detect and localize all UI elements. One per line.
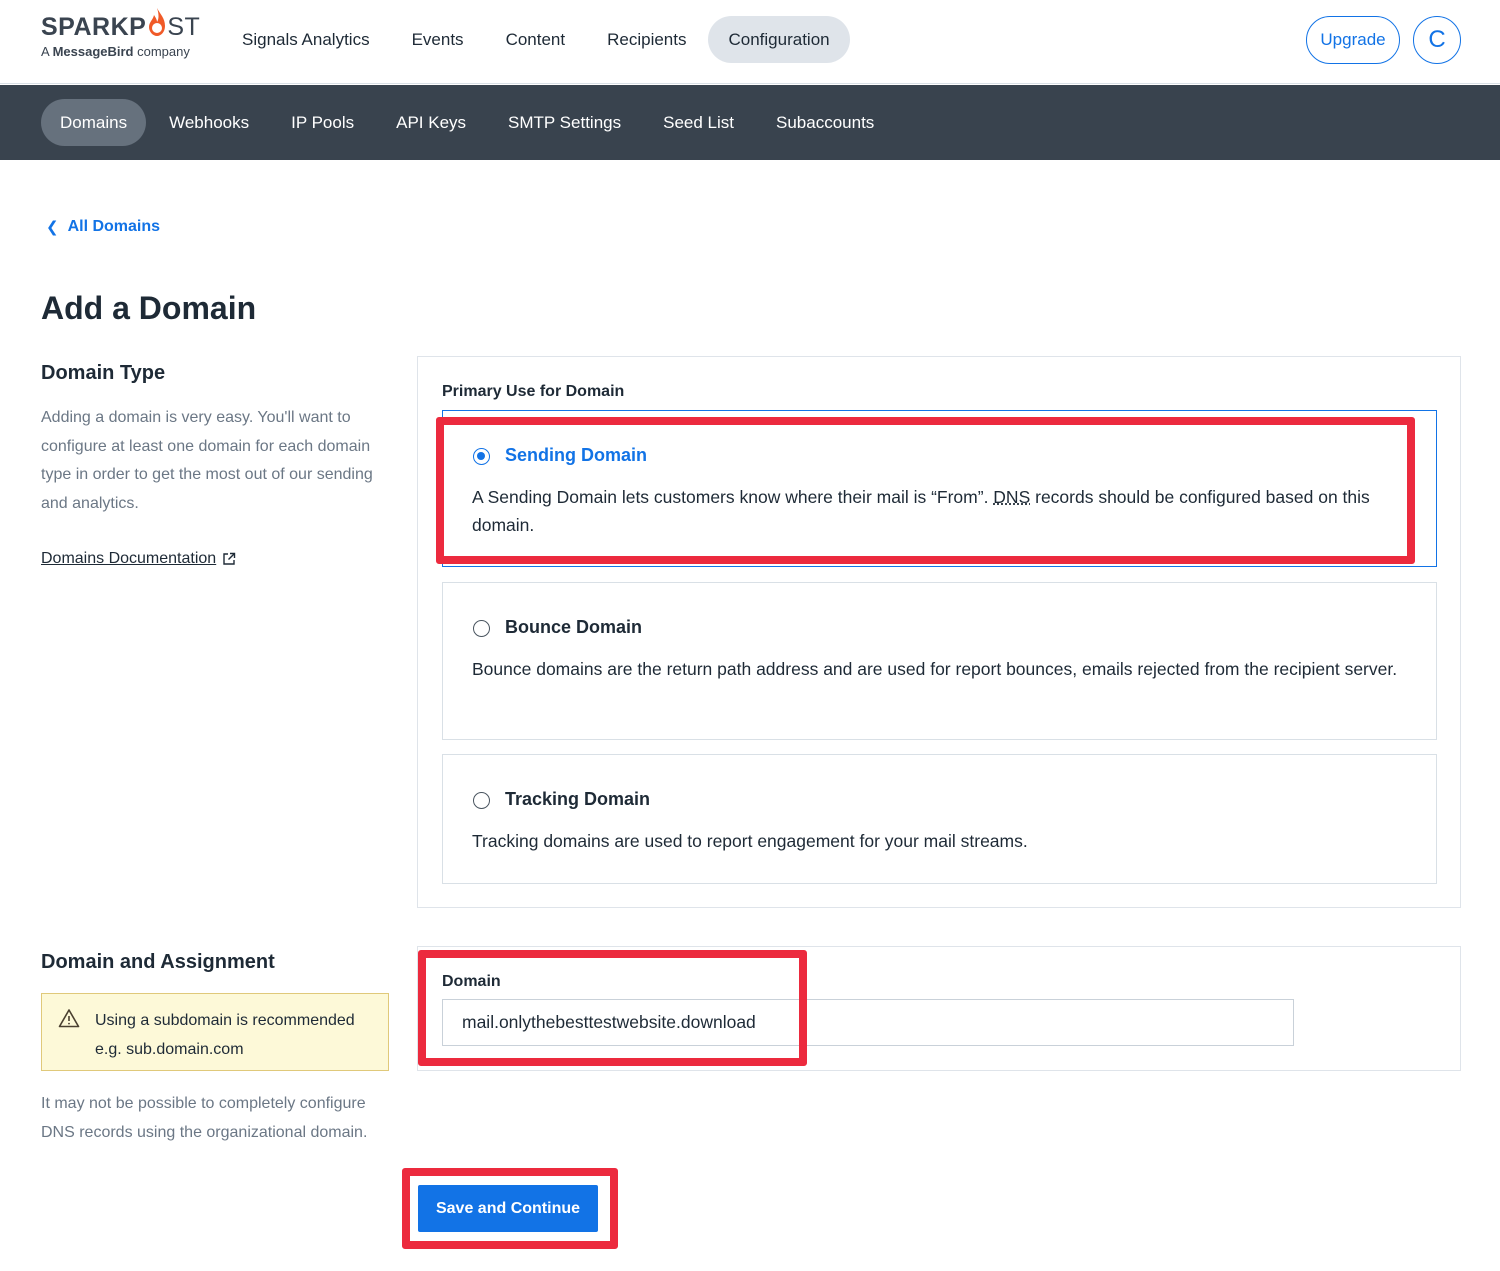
logo-tagline: A MessageBird company [41, 44, 190, 59]
configuration-subnav: Domains Webhooks IP Pools API Keys SMTP … [0, 85, 1500, 160]
warning-icon [58, 1009, 80, 1028]
sparkpost-logo[interactable]: SPARKP ST A MessageBird company [41, 8, 201, 59]
sending-domain-radio[interactable] [473, 448, 490, 465]
subnav-items: Domains Webhooks IP Pools API Keys SMTP … [41, 99, 897, 146]
page-title: Add a Domain [41, 290, 257, 326]
warning-text: Using a subdomain is recommended e.g. su… [95, 1012, 355, 1058]
tab-seed-list[interactable]: Seed List [644, 99, 753, 146]
tab-api-keys[interactable]: API Keys [377, 99, 485, 146]
tab-ip-pools[interactable]: IP Pools [272, 99, 373, 146]
logo-wordmark: SPARKP ST [41, 13, 201, 41]
doc-link-label: Domains Documentation [41, 550, 217, 567]
tracking-domain-title: Tracking Domain [505, 789, 651, 809]
tracking-domain-description: Tracking domains are used to report enga… [472, 831, 1028, 851]
back-link-label: All Domains [67, 218, 161, 235]
bounce-domain-title: Bounce Domain [505, 617, 643, 637]
tab-webhooks[interactable]: Webhooks [150, 99, 268, 146]
save-and-continue-button[interactable]: Save and Continue [418, 1185, 598, 1232]
tab-smtp-settings[interactable]: SMTP Settings [489, 99, 640, 146]
organizational-domain-note: It may not be possible to completely con… [41, 1095, 368, 1141]
external-link-icon [223, 552, 236, 565]
all-domains-back-link[interactable]: ❮ All Domains [46, 218, 160, 236]
tracking-domain-radio[interactable] [473, 792, 490, 809]
domain-field-label: Domain [442, 973, 501, 990]
bounce-domain-radio[interactable] [473, 620, 490, 637]
nav-item-content[interactable]: Content [486, 16, 586, 63]
domain-assignment-heading: Domain and Assignment [41, 951, 275, 973]
sending-domain-option[interactable]: Sending Domain A Sending Domain lets cus… [442, 410, 1437, 567]
chevron-left-icon: ❮ [46, 219, 59, 236]
flame-icon [149, 8, 165, 36]
bounce-domain-option[interactable]: Bounce Domain Bounce domains are the ret… [442, 582, 1437, 740]
upgrade-button[interactable]: Upgrade [1306, 16, 1400, 64]
domain-input[interactable] [442, 999, 1294, 1046]
nav-item-configuration[interactable]: Configuration [708, 16, 850, 63]
primary-nav: Signals Analytics Events Content Recipie… [222, 16, 852, 63]
dns-abbreviation: DNS [993, 487, 1031, 507]
subdomain-warning: Using a subdomain is recommended e.g. su… [41, 993, 389, 1071]
primary-use-label: Primary Use for Domain [442, 383, 625, 400]
tracking-domain-option[interactable]: Tracking Domain Tracking domains are use… [442, 754, 1437, 884]
nav-item-signals-analytics[interactable]: Signals Analytics [222, 16, 390, 63]
tab-subaccounts[interactable]: Subaccounts [757, 99, 893, 146]
domains-documentation-link[interactable]: Domains Documentation [41, 550, 236, 568]
sending-domain-description: A Sending Domain lets customers know whe… [472, 487, 1370, 535]
tab-domains[interactable]: Domains [41, 99, 147, 146]
domain-type-heading: Domain Type [41, 362, 166, 384]
account-avatar[interactable]: C [1413, 16, 1461, 64]
nav-item-events[interactable]: Events [392, 16, 484, 63]
top-navigation: SPARKP ST A MessageBird company Signals A… [0, 0, 1500, 84]
bounce-domain-description: Bounce domains are the return path addre… [472, 659, 1398, 679]
domain-type-help: Adding a domain is very easy. You'll wan… [41, 409, 373, 512]
nav-item-recipients[interactable]: Recipients [587, 16, 706, 63]
sending-domain-title: Sending Domain [505, 445, 648, 465]
